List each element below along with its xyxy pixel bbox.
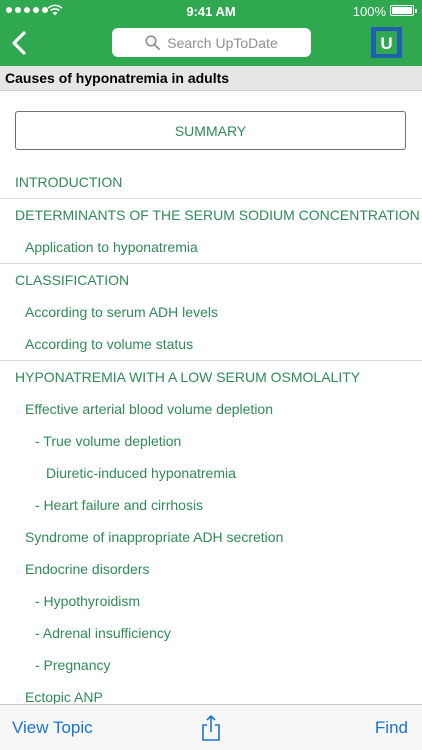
section-divider bbox=[0, 198, 422, 199]
topic-outline[interactable]: SUMMARY INTRODUCTION DETERMINANTS OF THE… bbox=[0, 91, 422, 704]
toc-item-low-serum-osmolality[interactable]: HYPONATREMIA WITH A LOW SERUM OSMOLALITY bbox=[0, 369, 422, 386]
back-chevron-icon[interactable] bbox=[8, 30, 32, 56]
toc-item-ectopic-anp[interactable]: Ectopic ANP bbox=[0, 689, 422, 704]
toc-item-hypothyroidism[interactable]: - Hypothyroidism bbox=[0, 593, 422, 610]
toc-item-arterial-volume-depletion[interactable]: Effective arterial blood volume depletio… bbox=[0, 401, 422, 418]
toc-item-adrenal-insufficiency[interactable]: - Adrenal insufficiency bbox=[0, 625, 422, 642]
toc-item-serum-adh-levels[interactable]: According to serum ADH levels bbox=[0, 304, 422, 321]
toc-item-siadh[interactable]: Syndrome of inappropriate ADH secretion bbox=[0, 529, 422, 546]
search-input[interactable]: Search UpToDate bbox=[112, 28, 311, 57]
toc-item-application-to-hyponatremia[interactable]: Application to hyponatremia bbox=[0, 239, 422, 256]
section-divider bbox=[0, 263, 422, 264]
toc-item-pregnancy[interactable]: - Pregnancy bbox=[0, 657, 422, 674]
toc-item-heart-failure-cirrhosis[interactable]: - Heart failure and cirrhosis bbox=[0, 497, 422, 514]
table-of-contents: INTRODUCTION DETERMINANTS OF THE SERUM S… bbox=[0, 166, 422, 704]
app-header: 9:41 AM 100% Search UpToDate U bbox=[0, 0, 422, 66]
toc-item-true-volume-depletion[interactable]: - True volume depletion bbox=[0, 433, 422, 450]
toc-item-determinants[interactable]: DETERMINANTS OF THE SERUM SODIUM CONCENT… bbox=[0, 207, 422, 224]
battery-percentage: 100% bbox=[352, 4, 386, 19]
search-placeholder: Search UpToDate bbox=[167, 34, 278, 51]
share-icon[interactable] bbox=[200, 714, 222, 742]
topic-title-bar: Causes of hyponatremia in adults bbox=[0, 66, 422, 91]
toc-item-diuretic-induced[interactable]: Diuretic-induced hyponatremia bbox=[0, 465, 422, 482]
page-title: Causes of hyponatremia in adults bbox=[5, 70, 230, 86]
toc-item-volume-status[interactable]: According to volume status bbox=[0, 336, 422, 353]
status-bar: 9:41 AM 100% bbox=[0, 0, 422, 22]
section-divider bbox=[0, 360, 422, 361]
toc-item-introduction[interactable]: INTRODUCTION bbox=[0, 174, 422, 191]
toc-item-endocrine-disorders[interactable]: Endocrine disorders bbox=[0, 561, 422, 578]
uptodate-logo-icon[interactable]: U bbox=[371, 27, 402, 58]
find-button[interactable]: Find bbox=[375, 718, 408, 738]
bottom-toolbar: View Topic Find bbox=[0, 704, 422, 750]
logo-letter: U bbox=[380, 34, 392, 53]
summary-button[interactable]: SUMMARY bbox=[15, 111, 406, 150]
view-topic-button[interactable]: View Topic bbox=[12, 718, 93, 738]
toc-item-classification[interactable]: CLASSIFICATION bbox=[0, 272, 422, 289]
battery-icon bbox=[390, 5, 417, 16]
search-icon bbox=[145, 35, 161, 50]
